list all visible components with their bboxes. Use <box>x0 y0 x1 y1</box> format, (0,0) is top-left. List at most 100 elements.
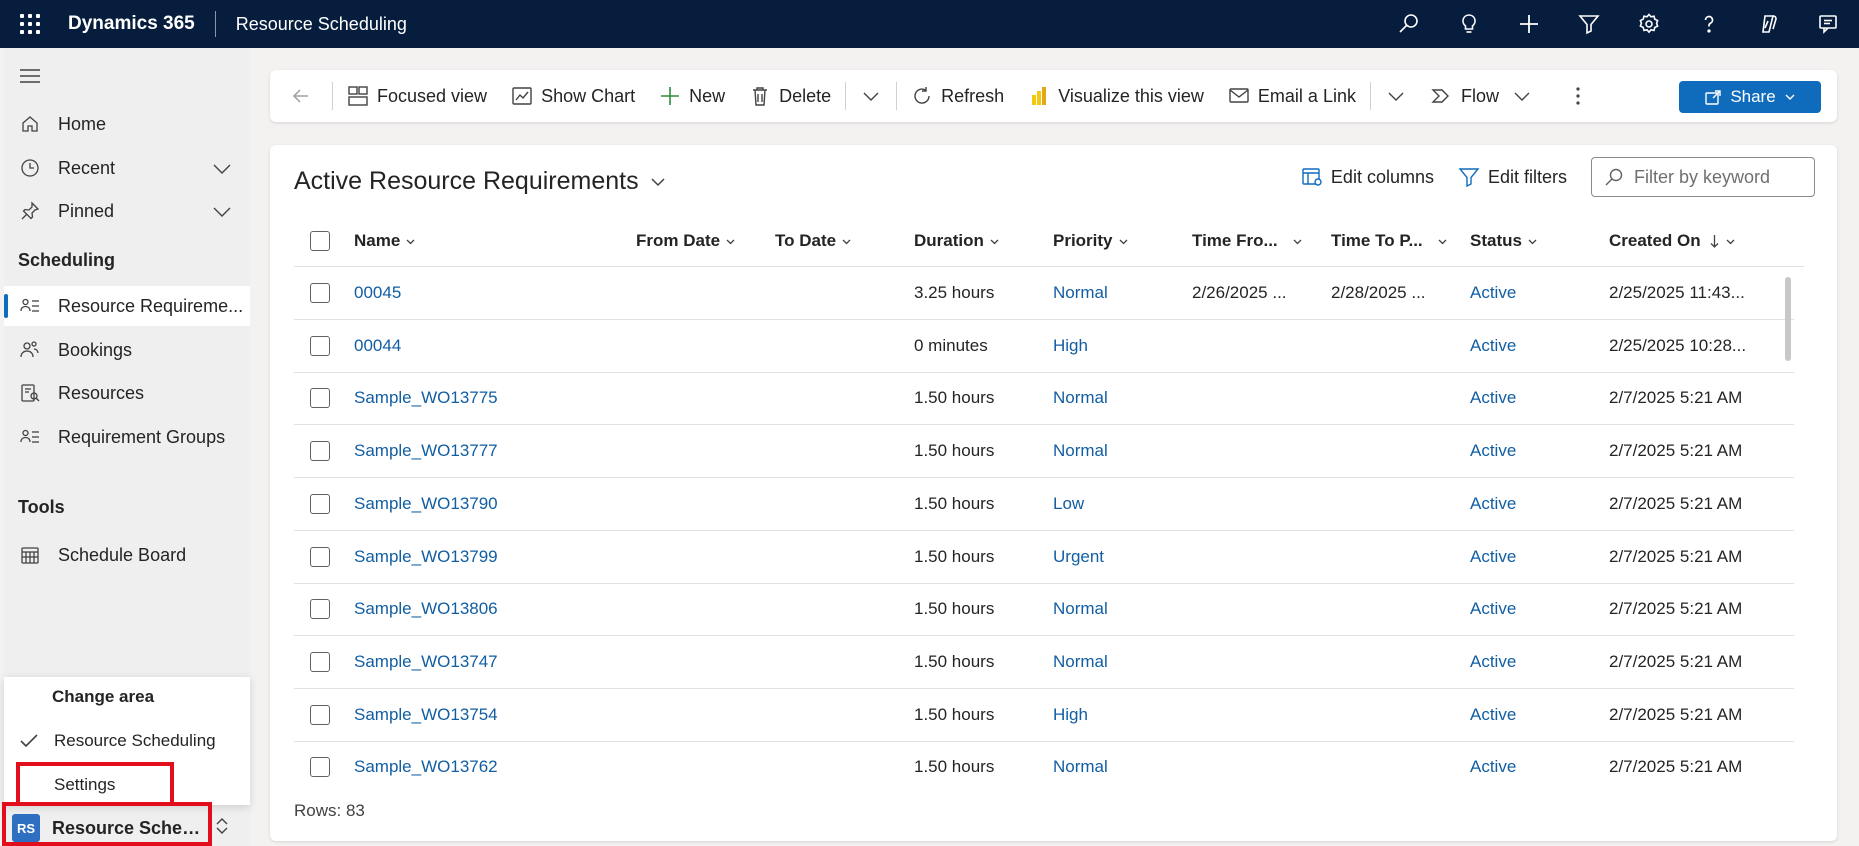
new-button[interactable]: New <box>647 70 737 122</box>
table-row[interactable]: 00045 3.25 hours Normal 2/26/2025 ... 2/28/2… <box>294 267 1794 320</box>
refresh-button[interactable]: Refresh <box>899 70 1016 122</box>
command-bar: Focused view Show Chart New Delete Refre… <box>270 70 1837 122</box>
row-checkbox[interactable] <box>310 320 330 372</box>
cell-name[interactable]: Sample_WO13806 <box>354 583 498 635</box>
visualize-view-button[interactable]: Visualize this view <box>1016 70 1216 122</box>
sidebar-item-schedule-board[interactable]: Schedule Board <box>4 535 250 575</box>
app-launcher-button[interactable] <box>0 0 60 48</box>
edit-filters-button[interactable]: Edit filters <box>1458 166 1567 188</box>
filter-icon[interactable] <box>1559 0 1619 48</box>
back-button[interactable] <box>270 70 330 122</box>
rows-count: Rows: 83 <box>294 801 365 820</box>
row-checkbox[interactable] <box>310 741 330 787</box>
column-header-from-date[interactable]: From Date <box>636 215 736 267</box>
column-header-time-from[interactable]: Time Fro... <box>1192 215 1303 267</box>
table-row[interactable]: Sample_WO13762 1.50 hours Normal Active 2/7/… <box>294 741 1794 787</box>
row-checkbox[interactable] <box>310 425 330 477</box>
share-button[interactable]: Share <box>1679 81 1821 113</box>
chevron-down-icon[interactable] <box>212 203 232 224</box>
copilot-icon[interactable] <box>1739 0 1799 48</box>
plus-icon[interactable] <box>1499 0 1559 48</box>
cell-name[interactable]: Sample_WO13777 <box>354 425 498 477</box>
lightbulb-icon[interactable] <box>1439 0 1499 48</box>
table-row[interactable]: Sample_WO13806 1.50 hours Normal Active 2/7/… <box>294 583 1794 637</box>
row-checkbox[interactable] <box>310 267 330 319</box>
grid-scrollbar[interactable] <box>1785 277 1791 361</box>
table-row[interactable]: Sample_WO13790 1.50 hours Low Active 2/7/202… <box>294 478 1794 531</box>
cell-priority: High <box>1053 704 1088 724</box>
row-checkbox[interactable] <box>310 372 330 424</box>
gear-icon[interactable] <box>1619 0 1679 48</box>
flow-button[interactable]: Flow <box>1419 70 1553 122</box>
cell-name[interactable]: 00044 <box>354 320 401 372</box>
change-area-resource-scheduling[interactable]: Resource Scheduling <box>4 721 250 761</box>
column-header-to-date[interactable]: To Date <box>775 215 852 267</box>
chat-icon[interactable] <box>1799 0 1859 48</box>
keyword-filter-input[interactable]: Filter by keyword <box>1591 157 1815 197</box>
cell-status: Active <box>1470 757 1517 777</box>
edit-columns-button[interactable]: Edit columns <box>1301 166 1434 188</box>
column-header-name[interactable]: Name <box>354 215 416 267</box>
app-title[interactable]: Dynamics 365 <box>60 13 215 35</box>
row-checkbox[interactable] <box>310 636 330 688</box>
filter-icon <box>1458 168 1480 188</box>
column-header-time-to[interactable]: Time To P... <box>1331 215 1448 267</box>
column-header-created-on[interactable]: Created On <box>1609 215 1736 267</box>
chevron-down-icon[interactable] <box>212 160 232 181</box>
table-row[interactable]: Sample_WO13777 1.50 hours Normal Active 2/7/… <box>294 425 1794 479</box>
cell-name[interactable]: Sample_WO13790 <box>354 478 498 530</box>
row-checkbox[interactable] <box>310 583 330 635</box>
delete-label: Delete <box>779 85 832 106</box>
column-header-duration[interactable]: Duration <box>914 215 1000 267</box>
cell-created-on: 2/25/2025 11:43... <box>1609 283 1745 302</box>
help-icon[interactable] <box>1679 0 1739 48</box>
select-all-checkbox[interactable] <box>310 215 330 267</box>
edit-columns-icon <box>1302 168 1322 186</box>
cell-time-from: 2/26/2025 ... <box>1192 283 1287 302</box>
hamburger-menu-icon[interactable] <box>18 66 42 86</box>
more-commands-dropdown[interactable] <box>848 70 894 122</box>
area-title[interactable]: Resource Scheduling <box>216 14 407 35</box>
row-checkbox[interactable] <box>310 689 330 741</box>
delete-button[interactable]: Delete <box>737 70 843 122</box>
nav-recent[interactable]: Recent <box>4 148 250 188</box>
cell-name[interactable]: Sample_WO13775 <box>354 372 498 424</box>
cell-status: Active <box>1470 546 1517 566</box>
table-row[interactable]: Sample_WO13747 1.50 hours Normal Active 2/7/… <box>294 636 1794 689</box>
row-checkbox[interactable] <box>310 478 330 530</box>
row-checkbox[interactable] <box>310 531 330 583</box>
nav-home[interactable]: Home <box>4 104 250 144</box>
overflow-menu-button[interactable] <box>1553 70 1603 122</box>
focused-view-button[interactable]: Focused view <box>335 70 499 122</box>
cell-name[interactable]: Sample_WO13747 <box>354 636 498 688</box>
sidebar-item-resource-requirements[interactable]: Resource Requireme... <box>4 286 250 326</box>
cell-name[interactable]: 00045 <box>354 267 401 319</box>
cell-priority: Normal <box>1053 441 1108 461</box>
refresh-icon <box>914 87 930 104</box>
scheduling-heading: Scheduling <box>18 250 116 270</box>
clock-icon <box>16 158 44 178</box>
column-header-status[interactable]: Status <box>1470 215 1538 267</box>
email-link-dropdown[interactable] <box>1373 70 1419 122</box>
cell-name[interactable]: Sample_WO13799 <box>354 531 498 583</box>
top-bar: Dynamics 365 Resource Scheduling <box>0 0 1859 48</box>
view-selector[interactable]: Active Resource Requirements <box>294 167 667 196</box>
email-link-button[interactable]: Email a Link <box>1216 70 1368 122</box>
search-icon[interactable] <box>1379 0 1439 48</box>
pin-icon <box>16 201 44 221</box>
chevron-down-icon <box>406 239 415 244</box>
show-chart-button[interactable]: Show Chart <box>499 70 647 122</box>
cell-name[interactable]: Sample_WO13762 <box>354 741 498 787</box>
sidebar-item-resources[interactable]: Resources <box>4 373 250 413</box>
table-row[interactable]: 00044 0 minutes High Active 2/25/2025 10:28.… <box>294 320 1794 373</box>
table-row[interactable]: Sample_WO13775 1.50 hours Normal Active 2/7/… <box>294 372 1794 426</box>
sidebar-item-requirement-groups[interactable]: Requirement Groups <box>4 417 250 457</box>
table-row[interactable]: Sample_WO13754 1.50 hours High Active 2/7/20… <box>294 689 1794 742</box>
sidebar-item-bookings[interactable]: Bookings <box>4 330 250 370</box>
focused-view-label: Focused view <box>377 85 488 106</box>
column-header-priority[interactable]: Priority <box>1053 215 1129 267</box>
table-row[interactable]: Sample_WO13799 1.50 hours Urgent Active 2/7/… <box>294 531 1794 584</box>
view-panel: Active Resource Requirements Edit column… <box>270 145 1837 841</box>
cell-name[interactable]: Sample_WO13754 <box>354 689 498 741</box>
nav-pinned[interactable]: Pinned <box>4 191 250 231</box>
